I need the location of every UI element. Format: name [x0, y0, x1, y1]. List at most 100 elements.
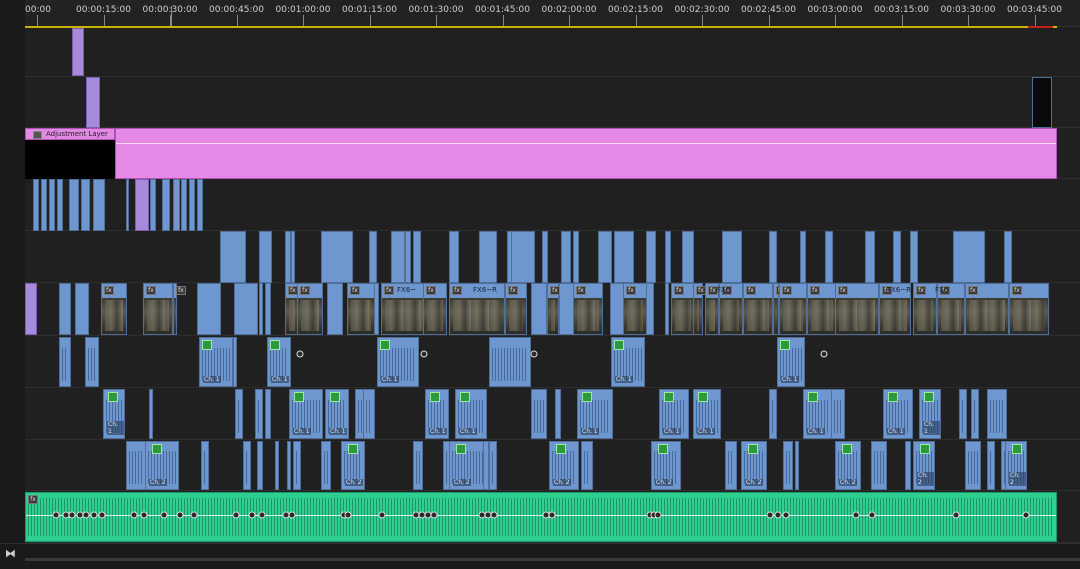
audio-clip-a3[interactable]	[275, 441, 279, 490]
audio-keyframe[interactable]	[420, 350, 428, 358]
audio-clip-a3[interactable]: Ch. 2	[835, 441, 861, 490]
audio-clip-a2[interactable]: Ch. 1	[289, 389, 323, 439]
clip-v1-thumbnail[interactable]: fx	[671, 283, 695, 335]
snap-icon[interactable]: ⧓	[5, 547, 16, 560]
horizontal-scrollbar[interactable]	[25, 558, 1080, 561]
clip-v3[interactable]	[162, 179, 170, 231]
audio-clip-a2[interactable]: Ch. 1	[103, 389, 125, 439]
audio-clip-a2[interactable]	[531, 389, 547, 439]
clip-v1-thumbnail[interactable]: fx	[693, 283, 706, 335]
clip-v2[interactable]	[665, 231, 671, 283]
audio-clip-a3[interactable]	[293, 441, 301, 490]
clip-v2[interactable]	[910, 231, 918, 283]
clip-v1-thumbnail[interactable]: fx	[573, 283, 603, 335]
clip-v3[interactable]	[49, 179, 55, 231]
audio-keyframe[interactable]	[190, 511, 198, 519]
audio-clip-a3[interactable]	[321, 441, 331, 490]
clip-v5-black[interactable]	[1032, 77, 1052, 128]
audio-keyframe[interactable]	[130, 511, 138, 519]
audio-clip-a1[interactable]: Ch. 1	[267, 337, 291, 387]
audio-clip-a3[interactable]: Ch. 2	[449, 441, 487, 490]
audio-clip-a1[interactable]	[233, 337, 237, 387]
clip-v1-thumbnail[interactable]: fx	[505, 283, 527, 335]
audio-clip-a1[interactable]	[59, 337, 71, 387]
audio-keyframe[interactable]	[52, 511, 60, 519]
audio-clip-a2[interactable]	[971, 389, 979, 439]
audio-clip-a1[interactable]: Ch. 1	[777, 337, 805, 387]
clip-v2[interactable]	[614, 231, 634, 283]
clip-v3[interactable]	[93, 179, 105, 231]
audio-clip-a3[interactable]: Ch. 2	[913, 441, 935, 490]
clip-v3[interactable]	[33, 179, 39, 231]
clip-v2[interactable]	[953, 231, 985, 283]
audio-clip-a3[interactable]	[581, 441, 593, 490]
clip-v1-thumbnail[interactable]: fx	[101, 283, 127, 335]
time-ruler[interactable]: 00:00 00:00:15:00 00:00:30:00 00:00:45:00 00…	[25, 0, 1080, 27]
clip-v2[interactable]	[573, 231, 579, 283]
clip-v3[interactable]	[181, 179, 187, 231]
audio-clip-a1[interactable]: Ch. 1	[377, 337, 419, 387]
audio-keyframe[interactable]	[548, 511, 556, 519]
clip-v2[interactable]	[479, 231, 497, 283]
audio-clip-a1[interactable]: Ch. 1	[199, 337, 233, 387]
clip-v1-thumbnail[interactable]: fx	[965, 283, 1009, 335]
clip-v1-thumbnail[interactable]: fx	[297, 283, 323, 335]
clip-v2[interactable]	[682, 231, 694, 283]
clip-v2[interactable]	[865, 231, 875, 283]
audio-clip-a3[interactable]	[871, 441, 887, 490]
audio-clip-a2[interactable]	[831, 389, 845, 439]
audio-clip-a2[interactable]	[235, 389, 243, 439]
clip-v2[interactable]	[722, 231, 742, 283]
audio-clip-a2[interactable]: Ch. 1	[455, 389, 487, 439]
audio-clip-a2[interactable]: Ch. 1	[325, 389, 349, 439]
clip-v1[interactable]	[531, 283, 547, 335]
audio-clip-a1[interactable]: Ch. 1	[611, 337, 645, 387]
clip-v2[interactable]	[405, 231, 411, 283]
clip-v2[interactable]	[291, 231, 295, 283]
clip-v2[interactable]	[598, 231, 612, 283]
audio-keyframe[interactable]	[868, 511, 876, 519]
audio-keyframe[interactable]	[82, 511, 90, 519]
audio-clip-a3[interactable]	[987, 441, 995, 490]
clip-v2[interactable]	[1004, 231, 1012, 283]
clip-v1-thumbnail[interactable]: fx	[835, 283, 879, 335]
clip-v1[interactable]	[25, 283, 37, 335]
clip-v2[interactable]	[369, 231, 377, 283]
clip-v2[interactable]	[769, 231, 777, 283]
audio-keyframe[interactable]	[248, 511, 256, 519]
audio-clip-a3[interactable]	[243, 441, 251, 490]
clip-v3[interactable]	[150, 179, 156, 231]
audio-keyframe[interactable]	[296, 350, 304, 358]
audio-keyframe[interactable]	[1022, 511, 1030, 519]
audio-keyframe[interactable]	[430, 511, 438, 519]
clip-v2[interactable]	[561, 231, 571, 283]
audio-clip-a3[interactable]: Ch. 2	[741, 441, 767, 490]
clip-v1[interactable]	[265, 283, 271, 335]
clip-v1-thumbnail[interactable]: fx	[913, 283, 937, 335]
clip-v2[interactable]	[321, 231, 353, 283]
clip-v3[interactable]	[69, 179, 79, 231]
clip-v1[interactable]	[234, 283, 258, 335]
clip-v1[interactable]	[327, 283, 343, 335]
clip-v3[interactable]	[126, 179, 129, 231]
playhead[interactable]	[171, 6, 172, 28]
audio-clip-a2[interactable]	[363, 389, 375, 439]
adjustment-layer-body[interactable]	[115, 128, 1057, 179]
audio-keyframe[interactable]	[530, 350, 538, 358]
clip-v2[interactable]	[449, 231, 459, 283]
audio-clip-a2[interactable]	[255, 389, 263, 439]
audio-clip-a2[interactable]	[959, 389, 967, 439]
audio-clip-a2[interactable]	[555, 389, 561, 439]
audio-clip-a2[interactable]: Ch. 1	[803, 389, 833, 439]
audio-clip-a1[interactable]	[85, 337, 99, 387]
clip-v3[interactable]	[189, 179, 195, 231]
clip-v2[interactable]	[542, 231, 548, 283]
clip-v1-thumbnail[interactable]: fx	[547, 283, 560, 335]
music-clip[interactable]: fx	[25, 492, 1057, 542]
clip-v1-thumbnail[interactable]: fx	[1009, 283, 1049, 335]
adjustment-layer-clip[interactable]: Adjustment Layer	[25, 128, 1057, 179]
clip-v1[interactable]	[59, 283, 71, 335]
clip-v1-thumbnail[interactable]: fx	[779, 283, 807, 335]
audio-clip-a3[interactable]	[795, 441, 799, 490]
clip-v3[interactable]	[41, 179, 47, 231]
